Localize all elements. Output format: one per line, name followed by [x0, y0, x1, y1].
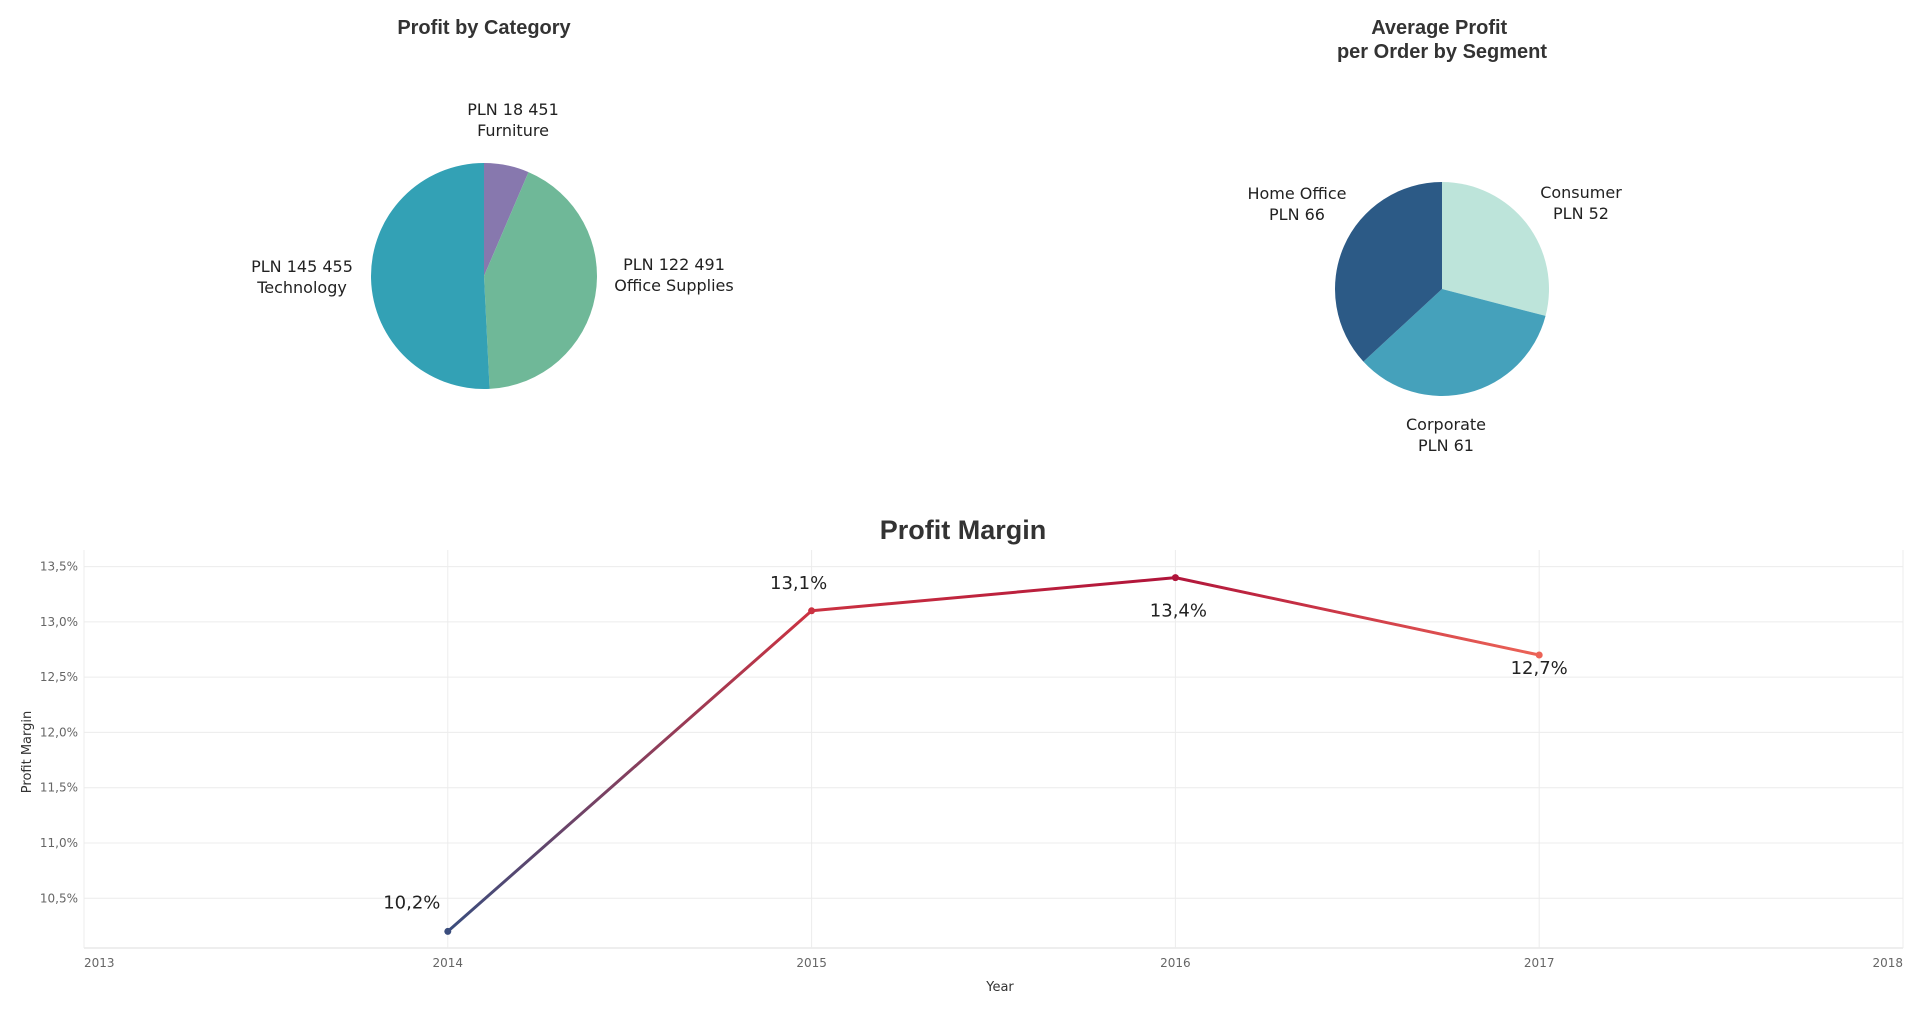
x-tick-label: 2016: [1160, 956, 1191, 970]
data-label-2014: 10,2%: [383, 892, 440, 913]
segment-title-line-1: Average Profit: [1371, 17, 1507, 39]
y-tick-label: 10,5%: [40, 891, 78, 905]
data-label-2015: 13,1%: [770, 573, 827, 594]
margin-chart-title: Profit Margin: [880, 515, 1047, 545]
pie-label-label: Home Office: [1247, 184, 1346, 203]
x-tick-label: 2018: [1872, 956, 1903, 970]
y-tick-label: 11,5%: [40, 781, 78, 795]
y-tick-label: 11,0%: [40, 836, 78, 850]
pie-label-label: Corporate: [1406, 415, 1486, 434]
x-tick-label: 2013: [84, 956, 115, 970]
y-tick-label: 13,0%: [40, 615, 78, 629]
profit-margin-chart: Profit Margin 10,5%11,0%11,5%12,0%12,5%1…: [20, 515, 1904, 995]
pie-label-label: Furniture: [477, 121, 549, 140]
margin-ticks: 10,5% 11,0% 11,5% 12,0% 12,5% 13,0% 13,5% 2013 2…: [40, 560, 1903, 970]
pie-label-consumer: Consumer PLN 52: [1540, 183, 1622, 223]
y-tick-label: 12,0%: [40, 725, 78, 739]
data-label-2017: 12,7%: [1511, 658, 1568, 679]
y-axis-title: Profit Margin: [20, 711, 35, 793]
data-point-2014[interactable]: [444, 927, 452, 935]
x-axis-title: Year: [985, 980, 1014, 995]
data-label-2016: 13,4%: [1150, 601, 1207, 622]
profit-by-category-chart: Profit by Category PLN 18 451 FurniturePL…: [251, 17, 734, 389]
pie-label-office-supplies: PLN 122 491 Office Supplies: [614, 255, 733, 295]
category-pie: PLN 18 451 Furniture PLN 122 491 Office Sup…: [251, 100, 734, 389]
pie-label-label: Consumer: [1540, 183, 1622, 202]
x-tick-label: 2017: [1524, 956, 1555, 970]
pie-label-display: PLN 145 455: [251, 257, 353, 276]
pie-label-corporate: Corporate PLN 61: [1406, 415, 1486, 455]
pie-label-label: Office Supplies: [614, 276, 733, 295]
segment-title-line-2: per Order by Segment: [1337, 41, 1547, 63]
pie-label-display: PLN 52: [1553, 204, 1609, 223]
profit-margin-line: [446, 576, 1540, 933]
pie-label-furniture: PLN 18 451 Furniture: [467, 100, 559, 140]
pie-label-display: PLN 66: [1269, 205, 1325, 224]
segment-chart-title: Average Profit per Order by Segment: [1337, 17, 1547, 63]
data-point-2016[interactable]: [1171, 574, 1179, 582]
dashboard: Profit by Category PLN 18 451 FurniturePL…: [20, 17, 1904, 995]
pie-label-display: PLN 18 451: [467, 100, 559, 119]
pie-label-technology: PLN 145 455 Technology: [251, 257, 353, 297]
x-tick-label: 2014: [433, 956, 464, 970]
pie-label-display: PLN 61: [1418, 436, 1474, 455]
pie-label-home-office: Home Office PLN 66: [1247, 184, 1346, 224]
category-chart-title: Profit by Category: [397, 17, 571, 39]
pie-slice-technology: [371, 163, 490, 389]
x-tick-label: 2015: [796, 956, 827, 970]
y-tick-label: 13,5%: [40, 560, 78, 574]
margin-grid: [83, 550, 1904, 949]
pie-label-display: PLN 122 491: [623, 255, 725, 274]
margin-series: 10,2% 13,1% 13,4% 12,7%: [383, 573, 1568, 935]
segment-pie: Consumer PLN 52 Corporate PLN 61 Home Office…: [1247, 182, 1622, 455]
y-tick-label: 12,5%: [40, 670, 78, 684]
profit-by-segment-chart: Average Profit per Order by Segment Cons…: [1247, 17, 1622, 455]
pie-label-label: Technology: [256, 278, 347, 297]
data-point-2015[interactable]: [808, 607, 816, 615]
